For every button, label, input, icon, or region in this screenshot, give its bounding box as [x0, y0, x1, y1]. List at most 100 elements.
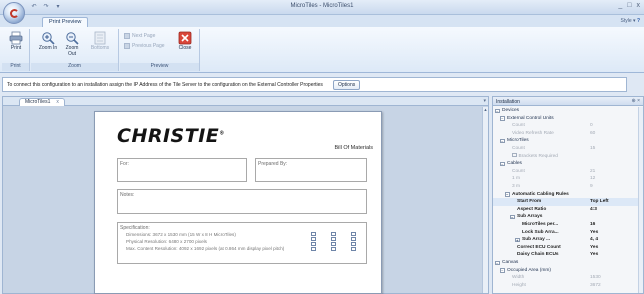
printer-icon — [9, 31, 23, 45]
expand-icon[interactable]: + — [515, 237, 520, 243]
property-name-text: MicroTiles per... — [522, 222, 559, 227]
document-tab[interactable]: MicroTiles1 x — [19, 98, 65, 106]
collapse-icon[interactable]: − — [495, 260, 500, 265]
property-name: Count — [512, 168, 525, 176]
bottoms-button[interactable]: Bottoms — [87, 31, 113, 52]
print-preview-page: CHRISTIE® Bill Of Materials For: Prepare… — [94, 111, 382, 294]
prepared-by-field: Prepared By: — [255, 158, 367, 182]
property-row[interactable]: Count 21 — [493, 168, 639, 176]
collapse-icon[interactable]: − — [510, 214, 515, 220]
collapse-icon[interactable]: − — [500, 161, 505, 167]
collapse-icon[interactable]: − — [500, 138, 505, 144]
collapse-icon[interactable]: − — [500, 268, 505, 273]
property-value[interactable]: 9 — [590, 183, 593, 191]
close-preview-button[interactable]: Close — [174, 31, 196, 52]
property-value[interactable]: 0 — [590, 122, 593, 130]
property-row[interactable]: − Automatic Cabling Rules — [493, 191, 639, 199]
for-label: For: — [120, 161, 129, 167]
property-row[interactable]: 1 m 12 — [493, 175, 639, 183]
property-row[interactable]: Lock Sub Arra... Yes — [493, 229, 639, 237]
property-name-text: Cables — [507, 161, 522, 167]
help-icon[interactable]: ? — [637, 18, 640, 24]
property-value[interactable]: Top Left — [590, 198, 609, 206]
collapse-icon[interactable]: − — [495, 108, 500, 113]
ribbon-tab-row: Print Preview Style ▾ ? — [0, 15, 644, 27]
property-name: Brackets Required — [512, 152, 558, 161]
options-button[interactable]: Options — [333, 80, 361, 90]
property-row[interactable]: MicroTiles per... 16 — [493, 221, 639, 229]
property-value[interactable]: 3672 — [590, 282, 601, 290]
property-value[interactable]: 4, 4 — [590, 236, 598, 244]
property-row[interactable]: − MicroTiles — [493, 137, 639, 145]
notes-field: Notes: — [117, 189, 367, 214]
property-value[interactable]: Yes — [590, 251, 598, 259]
property-value[interactable]: 21 — [590, 168, 595, 176]
property-row[interactable]: Start From Top Left — [493, 198, 639, 206]
property-value[interactable]: 12 — [590, 175, 595, 183]
property-value[interactable]: 15 — [590, 145, 595, 153]
tile-array-icon — [331, 232, 336, 254]
logo-text: CHRISTIE — [117, 125, 220, 147]
zoom-out-button[interactable]: Zoom Out — [61, 31, 83, 57]
property-name: Video Refresh Rate — [512, 130, 554, 138]
property-row[interactable]: − Devices — [493, 107, 639, 115]
next-page-button[interactable]: Next Page — [124, 33, 155, 39]
property-name: Aspect Ratio — [517, 206, 546, 214]
property-value[interactable]: Yes — [590, 229, 598, 237]
property-row[interactable]: Video Refresh Rate 60 — [493, 130, 639, 138]
property-value[interactable]: 4:3 — [590, 206, 597, 214]
property-row[interactable]: Height 3672 — [493, 282, 639, 290]
checkbox[interactable] — [512, 152, 517, 158]
property-name: Start From — [517, 198, 541, 206]
property-name: Lock Sub Arra... — [522, 229, 559, 237]
document-tab-strip: MicroTiles1 x ▾ — [3, 97, 488, 106]
scroll-up-icon[interactable]: ▲ — [483, 107, 488, 113]
property-row[interactable]: Width 1530 — [493, 274, 639, 282]
property-row[interactable]: − Sub Arrays — [493, 213, 639, 221]
collapse-icon[interactable]: − — [500, 116, 505, 121]
property-value[interactable]: Yes — [590, 244, 598, 252]
print-group-label: Print — [2, 63, 29, 71]
property-row[interactable]: 3 m 9 — [493, 183, 639, 191]
property-value[interactable]: 60 — [590, 130, 595, 138]
application-menu-button[interactable] — [3, 2, 25, 24]
print-button[interactable]: Print — [5, 31, 27, 52]
minimize-button[interactable]: _ — [618, 2, 622, 9]
property-row[interactable]: − Cables — [493, 160, 639, 168]
property-name: Sub Arrays — [517, 213, 542, 221]
property-name-text: Height — [512, 282, 526, 288]
property-value[interactable]: 1530 — [590, 274, 601, 282]
tab-print-preview[interactable]: Print Preview — [42, 17, 89, 27]
property-name-text: Count — [512, 146, 525, 151]
property-name-text: Count — [512, 168, 525, 174]
previous-page-button[interactable]: Previous Page — [124, 43, 165, 49]
style-menu[interactable]: Style ▾ ? — [621, 18, 640, 24]
property-name: Devices — [502, 107, 519, 115]
property-row[interactable]: Count 15 — [493, 145, 639, 153]
close-window-button[interactable]: x — [637, 2, 641, 9]
info-bar: To connect this configuration to an inst… — [2, 77, 627, 92]
property-value[interactable]: 16 — [590, 221, 595, 229]
pane-menu-icon[interactable]: ▾ — [483, 98, 486, 104]
pane-pin-close-icon[interactable]: ⊕ × — [632, 98, 641, 104]
collapse-icon[interactable]: − — [505, 192, 510, 197]
property-row[interactable]: Aspect Ratio 4:3 — [493, 206, 639, 214]
maximize-button[interactable]: □ — [627, 2, 631, 9]
zoom-out-icon — [66, 32, 79, 45]
property-row[interactable]: Count 0 — [493, 122, 639, 130]
property-row[interactable]: Brackets Required — [493, 152, 639, 161]
property-row[interactable]: − External Control Units — [493, 115, 639, 123]
properties-scrollbar[interactable] — [638, 107, 643, 293]
property-name: Sub Array ... — [522, 236, 550, 244]
close-tab-icon[interactable]: x — [56, 99, 59, 105]
zoom-in-icon — [42, 32, 55, 45]
property-row[interactable]: + Sub Array ... 4, 4 — [493, 236, 639, 244]
zoom-in-button[interactable]: Zoom In — [37, 31, 59, 52]
property-name: 3 m — [512, 183, 520, 191]
document-scrollbar[interactable]: ▲ — [482, 107, 488, 293]
property-name: External Control Units — [507, 115, 554, 123]
property-row[interactable]: Correct ECU Count Yes — [493, 244, 639, 252]
property-row[interactable]: Daisy Chain ECUs Yes — [493, 251, 639, 259]
property-row[interactable]: − Occupied Area (mm) — [493, 267, 639, 275]
property-row[interactable]: − Canvas — [493, 259, 639, 267]
